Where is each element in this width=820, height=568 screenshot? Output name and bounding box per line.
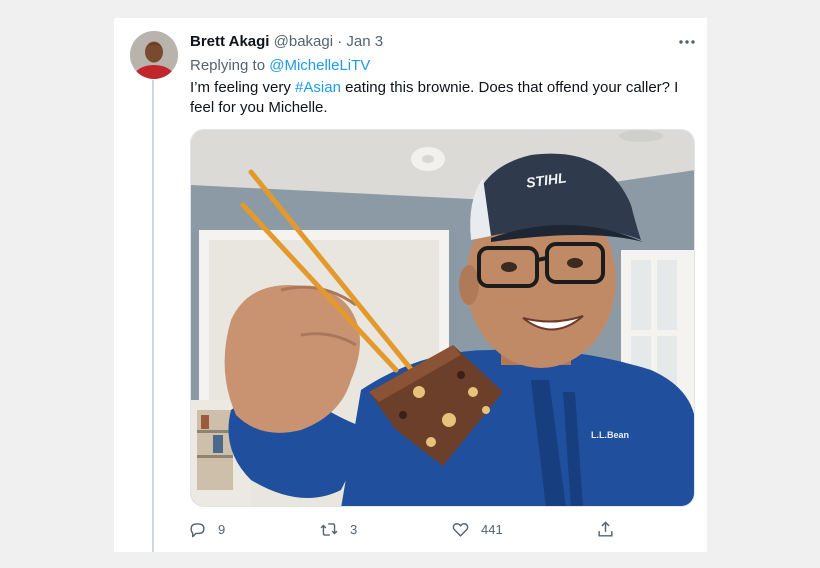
- more-button[interactable]: [676, 29, 698, 51]
- avatar[interactable]: [130, 31, 178, 79]
- author-handle[interactable]: @bakagi: [274, 33, 333, 50]
- jacket-logo-text: L.L.Bean: [591, 430, 630, 440]
- tweet-actions: 9 3 441: [188, 520, 618, 542]
- reply-count: 9: [218, 522, 226, 537]
- reply-button[interactable]: 9: [188, 520, 225, 539]
- tweet-header: Brett Akagi @bakagi · Jan 3: [190, 33, 383, 50]
- share-button[interactable]: [596, 520, 615, 539]
- replying-prefix: Replying to: [190, 57, 266, 74]
- tweet-date[interactable]: Jan 3: [346, 33, 383, 50]
- retweet-count: 3: [350, 522, 358, 537]
- more-horizontal-icon: [679, 31, 695, 49]
- tweet-photo[interactable]: STIHL L.L.Bean: [190, 129, 695, 507]
- like-button[interactable]: 441: [451, 520, 503, 539]
- reply-icon: [188, 520, 207, 539]
- retweet-button[interactable]: 3: [319, 520, 357, 539]
- replying-to-link[interactable]: @MichelleLiTV: [269, 57, 370, 74]
- tweet-text-start: I’m feeling very: [190, 79, 296, 96]
- replying-to: Replying to @MichelleLiTV: [190, 57, 370, 74]
- tweet-text: I’m feeling very #Asian eating this brow…: [190, 78, 695, 118]
- thread-line: [152, 80, 154, 552]
- share-icon: [596, 520, 615, 539]
- hashtag-link[interactable]: #Asian: [295, 79, 341, 96]
- heart-icon: [451, 520, 470, 539]
- retweet-icon: [319, 520, 339, 539]
- author-name[interactable]: Brett Akagi: [190, 33, 269, 50]
- like-count: 441: [481, 522, 503, 537]
- separator: ·: [337, 33, 343, 50]
